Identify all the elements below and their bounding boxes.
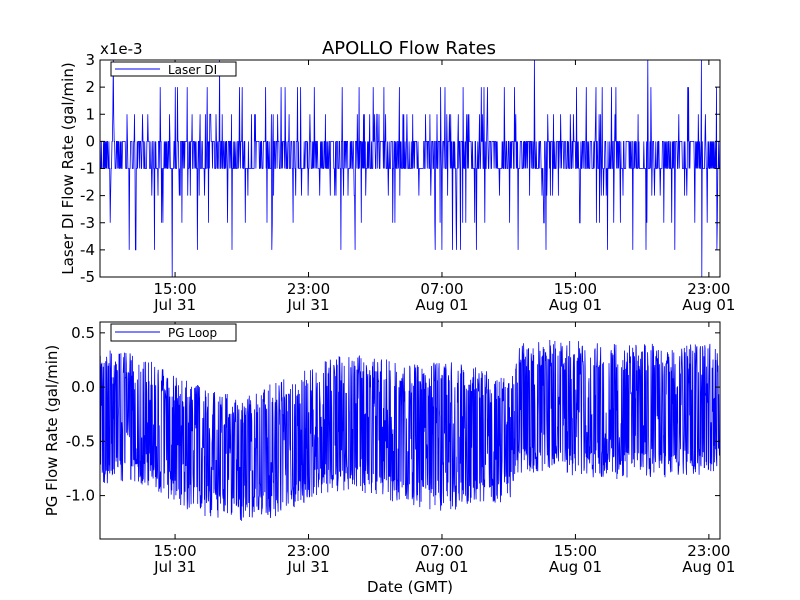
x-tick-date: Aug 01: [682, 558, 735, 576]
chart-title: APOLLO Flow Rates: [322, 38, 496, 59]
x-tick-date: Aug 01: [682, 296, 735, 314]
y-tick-label: -0.5: [66, 432, 95, 450]
pg-legend-label: PG Loop: [168, 326, 217, 340]
x-axis-label: Date (GMT): [367, 578, 453, 596]
pg-legend: PG Loop: [110, 323, 237, 342]
x-tick-date: Aug 01: [415, 558, 468, 576]
y-tick-label: 1: [85, 105, 95, 123]
y-tick-label: -1.0: [66, 487, 95, 505]
y-tick-label: 0.0: [71, 378, 95, 396]
laser-di-axes: -5-4-3-2-10123 15:00Jul 3123:00Jul 3107:…: [59, 40, 735, 314]
y-tick-label: -5: [80, 268, 95, 286]
x-tick-date: Aug 01: [549, 558, 602, 576]
y-tick-label: -3: [80, 214, 95, 232]
laser-di-y-label: Laser DI Flow Rate (gal/min): [59, 62, 77, 274]
x-tick-date: Aug 01: [549, 296, 602, 314]
y-tick-label: -2: [80, 187, 95, 205]
y-tick-label: -1: [80, 160, 95, 178]
laser-di-legend: Laser DI: [110, 61, 237, 77]
y-tick-label: 0: [85, 132, 95, 150]
laser-di-offset-text: x1e-3: [100, 40, 143, 58]
y-tick-label: 3: [85, 51, 95, 69]
y-tick-label: -4: [80, 241, 95, 259]
x-tick-date: Jul 31: [287, 558, 330, 576]
laser-di-legend-label: Laser DI: [168, 63, 217, 77]
x-tick-date: Jul 31: [153, 296, 196, 314]
pg-y-label: PG Flow Rate (gal/min): [43, 345, 61, 517]
x-tick-date: Aug 01: [415, 296, 468, 314]
pg-axes: -1.0-0.50.00.5 15:00Jul 3123:00Jul 3107:…: [43, 321, 735, 576]
y-tick-label: 0.5: [71, 324, 95, 342]
figure: APOLLO Flow Rates -5-4-3-2-10123 15:00Ju…: [0, 0, 800, 600]
y-tick-label: 2: [85, 78, 95, 96]
x-tick-date: Jul 31: [287, 296, 330, 314]
x-tick-date: Jul 31: [153, 558, 196, 576]
